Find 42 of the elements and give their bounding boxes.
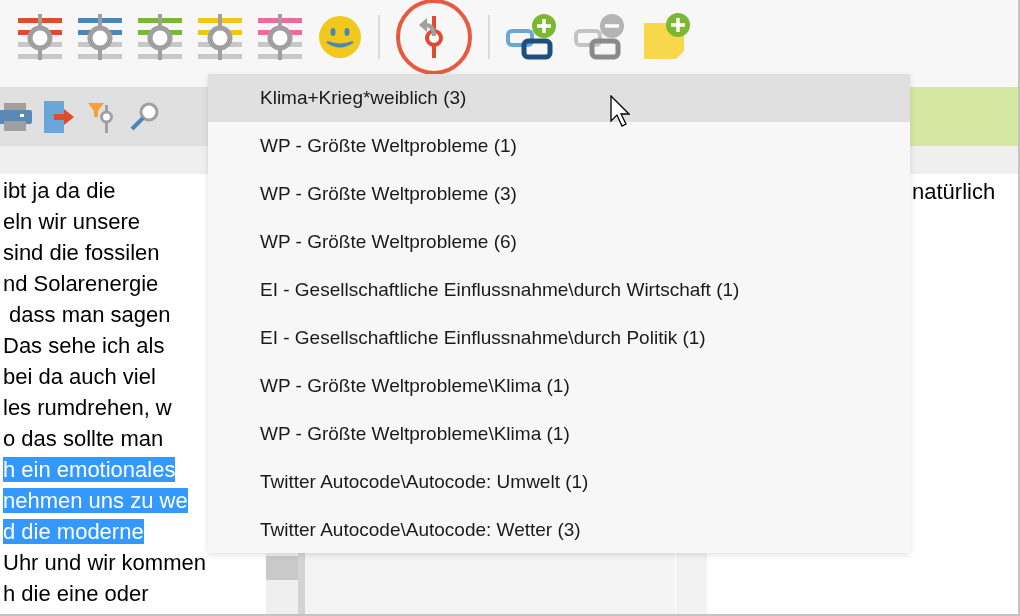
text-line: natürlich xyxy=(912,179,996,204)
menu-item[interactable]: Twitter Autocode\Autocode: Umwelt (1) xyxy=(208,458,910,506)
menu-item[interactable]: WP - Größte Weltprobleme (6) xyxy=(208,218,910,266)
scrollbar-thumb[interactable] xyxy=(266,556,298,580)
code-filter-icon xyxy=(18,14,62,60)
code-filter-icon xyxy=(258,14,302,60)
code-filter-button[interactable] xyxy=(78,14,122,60)
code-filter-button[interactable] xyxy=(138,14,182,60)
add-link-button[interactable] xyxy=(506,13,558,61)
text-line: bei da auch viel xyxy=(3,364,156,389)
code-filter-icon xyxy=(78,14,122,60)
text-line: eln wir unsere xyxy=(3,209,140,234)
text-line: les rumdrehen, w xyxy=(3,395,172,420)
text-line: h die eine oder xyxy=(3,581,149,606)
text-line: o das sollte man xyxy=(3,426,164,451)
menu-item[interactable]: WP - Größte Weltprobleme\Klima (1) xyxy=(208,410,910,458)
menu-item[interactable]: EI - Gesellschaftliche Einflussnahme\durch Wirtschaft (1) xyxy=(208,266,910,314)
search-button[interactable] xyxy=(130,100,160,133)
text-line: Das sehe ich als xyxy=(3,333,165,358)
code-filter-button[interactable] xyxy=(18,14,62,60)
text-line: ibt ja da die xyxy=(3,178,116,203)
text-line: sind die fossilen xyxy=(3,240,160,265)
add-memo-button[interactable] xyxy=(642,13,690,61)
menu-item[interactable]: EI - Gesellschaftliche Einflussnahme\durch Politik (1) xyxy=(208,314,910,362)
menu-item[interactable]: WP - Größte Weltprobleme (1) xyxy=(208,122,910,170)
menu-item[interactable]: WP - Größte Weltprobleme\Klima (1) xyxy=(208,362,910,410)
code-filter-button[interactable] xyxy=(258,14,302,60)
menu-item[interactable]: Klima+Krieg*weiblich (3) xyxy=(208,74,910,122)
export-button[interactable] xyxy=(44,100,76,133)
remove-link-button[interactable] xyxy=(574,13,626,61)
menu-item[interactable]: Twitter Autocode\Autocode: Wetter (3) xyxy=(208,506,910,554)
menu-item[interactable]: WP - Größte Weltprobleme (3) xyxy=(208,170,910,218)
smiley-icon xyxy=(318,15,362,59)
mouse-cursor-icon xyxy=(610,95,630,127)
code-filter-icon xyxy=(198,14,242,60)
code-filter-icon xyxy=(138,14,182,60)
print-button[interactable] xyxy=(0,102,32,131)
text-line: dass man sagen xyxy=(8,302,171,327)
text-line: Uhr und wir kommen xyxy=(3,550,206,575)
text-line: nd Solarenergie xyxy=(3,271,159,296)
code-filter-button[interactable] xyxy=(198,14,242,60)
emoticon-button[interactable] xyxy=(318,15,362,59)
